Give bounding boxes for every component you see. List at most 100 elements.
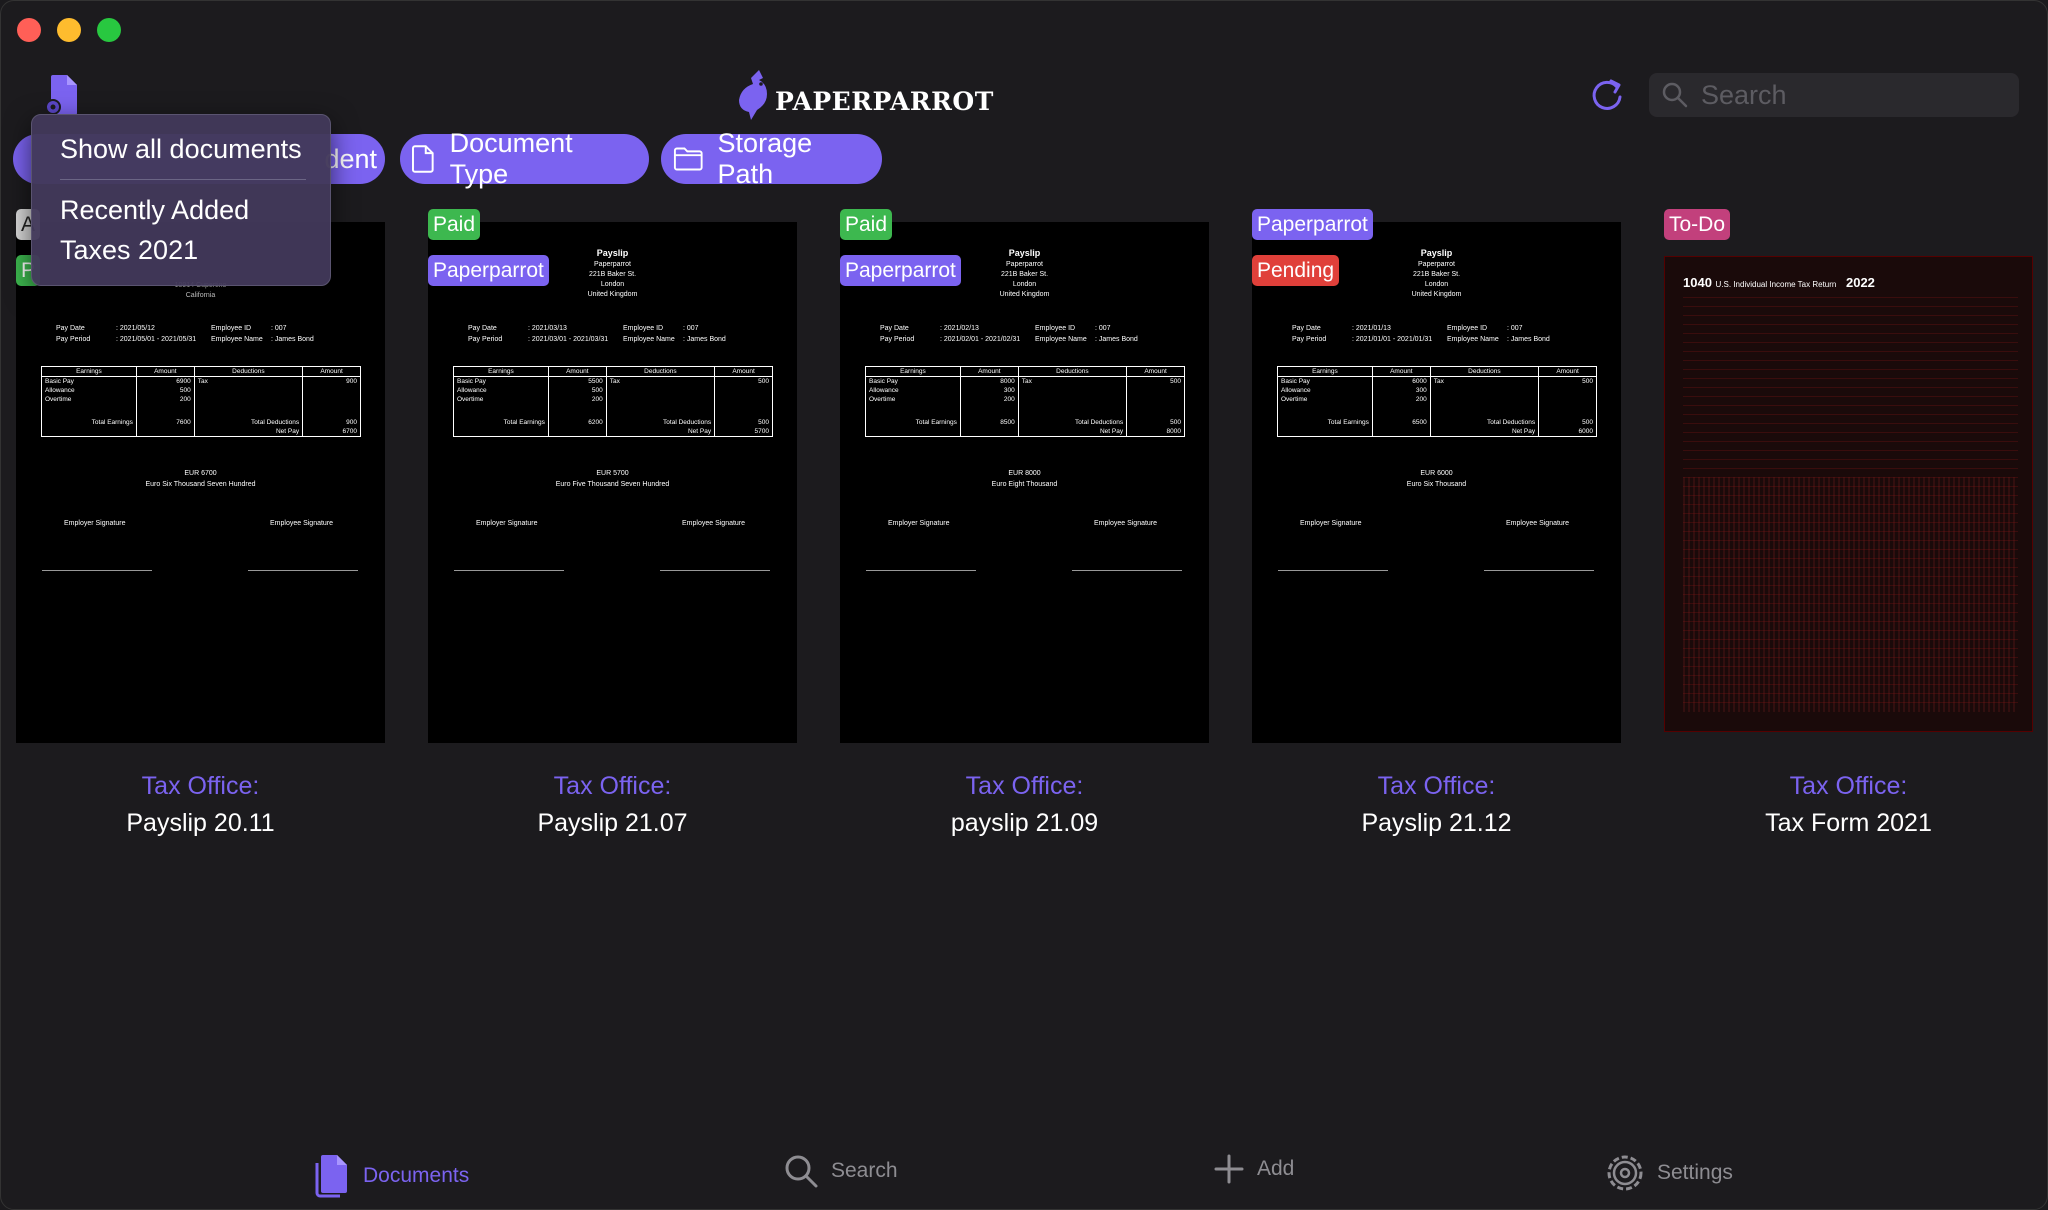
plus-icon	[1214, 1154, 1244, 1184]
app-window: PAPERPARROT dent Document Type Storage P…	[0, 0, 2048, 1210]
signature-line	[866, 570, 976, 571]
td: 900	[302, 376, 361, 386]
value: 2021/01/13	[1355, 325, 1391, 332]
label: Employee Name	[623, 336, 675, 343]
tab-settings[interactable]: Settings	[1605, 1153, 1733, 1193]
search-input[interactable]	[1701, 79, 2001, 111]
th: Deductions	[1429, 366, 1540, 377]
td: Net Pay	[1429, 427, 1540, 437]
document-filter-icon[interactable]	[43, 73, 85, 117]
td: 300	[1371, 386, 1431, 395]
saved-views-dropdown: Show all documents Recently Added Taxes …	[31, 114, 331, 286]
tab-search-label: Search	[831, 1159, 898, 1182]
refresh-icon[interactable]	[1587, 75, 1627, 115]
td: 200	[135, 395, 195, 404]
zoom-window-button[interactable]	[97, 18, 121, 42]
document-title-block: Tax Office: Payslip 21.12	[1252, 772, 1621, 838]
label: Pay Date	[56, 325, 85, 332]
payslip-company: Paperparrot	[1418, 261, 1455, 268]
payslip-total: EUR 8000 Euro Eight Thousand	[840, 468, 1209, 490]
td: 500	[1538, 376, 1597, 386]
menu-item-recently-added[interactable]: Recently Added	[32, 190, 330, 230]
tag-badge: Paid	[428, 209, 481, 240]
label: Pay Date	[880, 325, 909, 332]
payslip-address: London	[600, 281, 625, 288]
menu-item-taxes-2021[interactable]: Taxes 2021	[32, 230, 330, 270]
value: Euro Six Thousand Seven Hundred	[145, 481, 256, 488]
payslip-table: Earnings Amount Deductions Amount Basic Pay…	[453, 366, 773, 437]
td: Total Earnings	[41, 418, 137, 427]
signature-line	[660, 570, 770, 571]
label: Employee Name	[1035, 336, 1087, 343]
th: Deductions	[605, 366, 716, 377]
storage-path-filter-chip[interactable]: Storage Path	[661, 128, 882, 189]
payslip-heading: Payslip	[596, 248, 629, 258]
label: Employee ID	[1035, 325, 1076, 332]
app-logo: PAPERPARROT	[737, 67, 994, 123]
value: Euro Five Thousand Seven Hundred	[555, 481, 670, 488]
payslip-table: Earnings Amount Deductions Amount Basic Pay…	[865, 366, 1185, 437]
td: 500	[714, 376, 773, 386]
documents-icon	[315, 1155, 347, 1198]
document-title: Payslip 21.12	[1361, 809, 1512, 837]
payslip-address: California	[185, 292, 216, 299]
label: Employee ID	[623, 325, 664, 332]
tab-documents[interactable]: Documents	[311, 1153, 469, 1199]
document-title: Payslip 20.11	[126, 809, 275, 837]
td: Total Earnings	[865, 418, 961, 427]
payslip-meta: Pay Date: 2021/02/13 Employee ID: 007 Pay…	[880, 325, 1138, 343]
parrot-logo-icon	[739, 70, 767, 120]
tab-search[interactable]: Search	[783, 1153, 898, 1189]
td: 6700	[302, 427, 361, 437]
value: 2021/02/13	[943, 325, 979, 332]
document-title-block: Tax Office: Payslip 20.11	[16, 772, 385, 838]
value: 2021/01/01 - 2021/01/31	[1355, 336, 1433, 343]
correspondent-filter-label: dent	[324, 143, 377, 174]
tax-form-header: 1040 U.S. Individual Income Tax Return 2…	[1683, 275, 1875, 290]
td: Basic Pay	[865, 376, 961, 386]
tag-badge: Paperparrot	[840, 255, 961, 286]
menu-item-show-all[interactable]: Show all documents	[32, 129, 330, 169]
label: Employee Name	[1447, 336, 1499, 343]
signature-line	[1072, 570, 1182, 571]
storage-path-filter-label: Storage Path	[717, 128, 813, 189]
tax-form-title: U.S. Individual Income Tax Return	[1715, 280, 1837, 289]
td: Allowance	[1277, 386, 1373, 395]
td: 6900	[135, 376, 195, 386]
document-type-filter-chip[interactable]: Document Type	[400, 128, 649, 189]
signature-label: Employee Signature	[270, 520, 334, 527]
document-title-block: Tax Office: payslip 21.09	[840, 772, 1209, 838]
tab-add[interactable]: Add	[1213, 1153, 1294, 1185]
signature-label: Employee Signature	[682, 520, 746, 527]
document-thumbnail: 10914 Cupertino California Pay Date: 202…	[16, 222, 385, 743]
td: 6000	[1371, 376, 1431, 386]
th: Earnings	[1277, 366, 1373, 377]
payslip-address: United Kingdom	[999, 291, 1050, 298]
search-field[interactable]	[1649, 73, 2019, 117]
td: 500	[135, 386, 195, 395]
payslip-heading: Payslip	[1420, 248, 1453, 258]
close-window-button[interactable]	[17, 18, 41, 42]
td: Overtime	[453, 395, 549, 404]
payslip-address: London	[1012, 281, 1037, 288]
payslip-address: United Kingdom	[1411, 291, 1462, 298]
th: Earnings	[865, 366, 961, 377]
td: 200	[959, 395, 1019, 404]
document-thumbnail: Payslip Paperparrot 221B Baker St. Londo…	[1252, 222, 1621, 743]
value: 2021/02/01 - 2021/02/31	[943, 336, 1021, 343]
td: Total Deductions	[193, 418, 304, 427]
menu-separator	[60, 179, 306, 180]
minimize-window-button[interactable]	[57, 18, 81, 42]
label: Pay Period	[468, 336, 503, 343]
td: 8500	[959, 418, 1019, 427]
td: 6500	[1371, 418, 1431, 427]
td: Total Deductions	[1017, 418, 1128, 427]
label: Employee ID	[211, 325, 252, 332]
tax-form-grid	[1683, 477, 2018, 712]
value: EUR 5700	[596, 470, 629, 477]
document-title-block: Tax Office: Payslip 21.07	[428, 772, 797, 838]
tab-add-label: Add	[1257, 1157, 1295, 1180]
value: 2021/05/01 - 2021/05/31	[119, 336, 197, 343]
payslip-meta: Pay Date: 2021/01/13 Employee ID: 007 Pay…	[1292, 325, 1550, 343]
th: Amount	[714, 366, 773, 377]
